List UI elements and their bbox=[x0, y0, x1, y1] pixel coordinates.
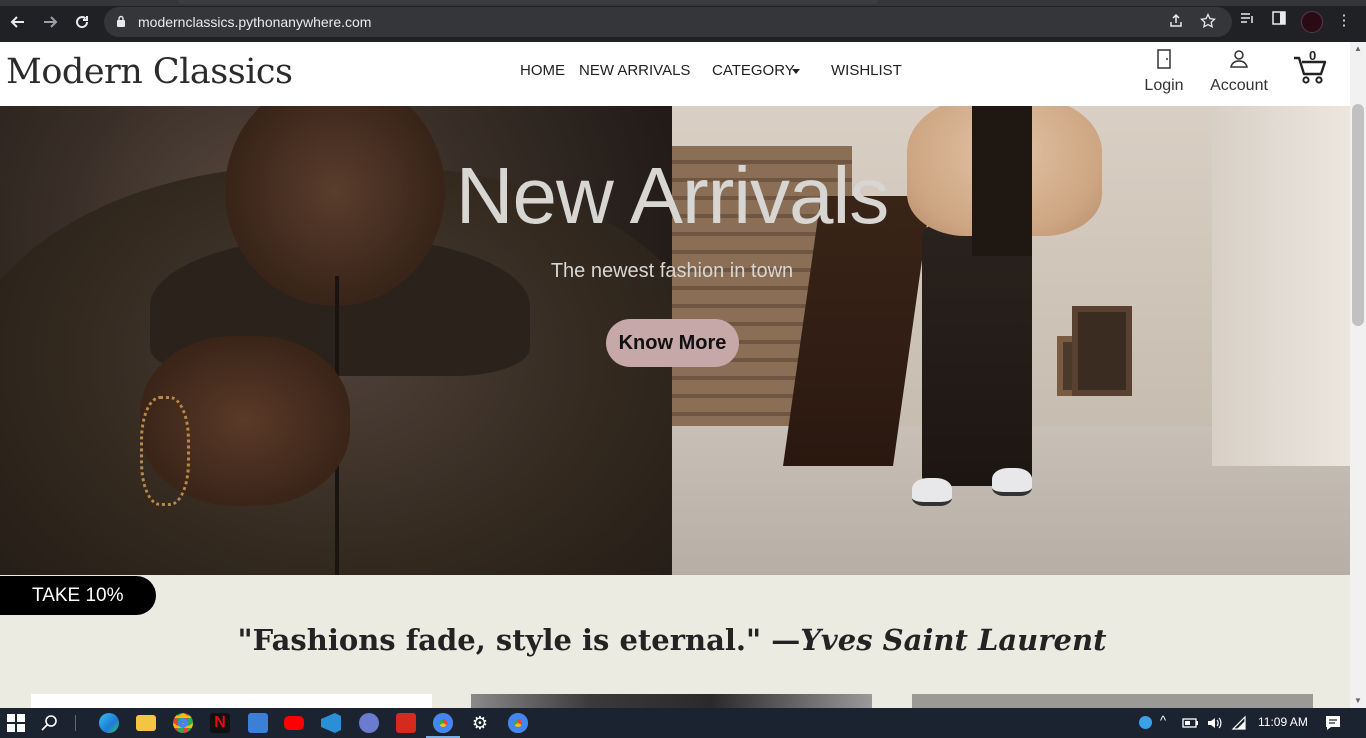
scroll-down-icon[interactable]: ▼ bbox=[1352, 696, 1364, 706]
help-tray-icon[interactable] bbox=[1139, 716, 1152, 729]
bookmark-star-icon[interactable] bbox=[1198, 12, 1218, 33]
volume-icon[interactable] bbox=[1206, 715, 1224, 731]
edge-icon[interactable] bbox=[99, 713, 119, 733]
chrome-menu-icon[interactable]: ⋮ bbox=[1333, 10, 1355, 32]
windows-start-icon[interactable] bbox=[6, 713, 26, 733]
side-panel-icon[interactable] bbox=[1268, 10, 1290, 32]
acrobat-icon[interactable] bbox=[396, 713, 416, 733]
product-card[interactable] bbox=[471, 694, 872, 708]
notepad-icon[interactable] bbox=[248, 713, 268, 733]
url-text: modernclassics.pythonanywhere.com bbox=[138, 14, 372, 30]
reload-button[interactable] bbox=[69, 9, 95, 35]
user-icon bbox=[1230, 50, 1248, 68]
arrow-left-icon bbox=[10, 16, 24, 28]
scrollbar-thumb[interactable] bbox=[1352, 104, 1364, 326]
wifi-icon[interactable] bbox=[1231, 715, 1249, 731]
chrome-active-icon[interactable] bbox=[433, 713, 453, 733]
account-link[interactable]: Account bbox=[1208, 48, 1270, 95]
active-tab-edge bbox=[178, 0, 878, 4]
browser-toolbar: modernclassics.pythonanywhere.com ⋮ bbox=[0, 0, 1366, 42]
profile-avatar[interactable] bbox=[1301, 11, 1323, 33]
brand-logo[interactable]: Modern Classics bbox=[6, 52, 293, 92]
login-link[interactable]: Login bbox=[1143, 48, 1185, 95]
scroll-up-icon[interactable]: ▲ bbox=[1352, 44, 1364, 54]
reload-icon bbox=[76, 16, 89, 29]
login-label: Login bbox=[1144, 77, 1184, 94]
chrome-icon[interactable] bbox=[173, 713, 193, 733]
hero-banner: New Arrivals The newest fashion in town … bbox=[0, 106, 1350, 575]
door-icon bbox=[1157, 49, 1171, 69]
nav-category[interactable]: CATEGORY bbox=[712, 62, 795, 79]
cart-count-badge: 0 bbox=[1309, 48, 1317, 63]
lock-icon bbox=[117, 15, 125, 27]
address-bar[interactable]: modernclassics.pythonanywhere.com bbox=[104, 7, 1232, 37]
quote-author: Yves Saint Laurent bbox=[800, 623, 1107, 657]
db-browser-icon[interactable] bbox=[359, 713, 379, 733]
vscode-icon[interactable] bbox=[321, 713, 341, 733]
settings-gear-icon[interactable]: ⚙ bbox=[470, 713, 490, 733]
search-icon[interactable] bbox=[40, 713, 60, 733]
nav-home[interactable]: HOME bbox=[520, 62, 565, 79]
taskbar-divider bbox=[75, 715, 76, 731]
hero-subtitle: The newest fashion in town bbox=[550, 260, 794, 282]
hero-title: New Arrivals bbox=[455, 151, 890, 240]
media-control-icon[interactable] bbox=[1236, 10, 1258, 32]
clock[interactable]: 11:09 AM bbox=[1258, 715, 1308, 729]
youtube-icon[interactable] bbox=[284, 716, 304, 730]
quote: "Fashions fade, style is eternal." —Yves… bbox=[0, 623, 1344, 657]
site-header: Modern Classics HOME NEW ARRIVALS CATEGO… bbox=[0, 42, 1350, 106]
category-dropdown-caret-icon[interactable] bbox=[792, 69, 800, 74]
share-icon[interactable] bbox=[1166, 13, 1186, 33]
notifications-icon[interactable] bbox=[1324, 714, 1342, 732]
chrome-profile-icon[interactable] bbox=[508, 713, 528, 733]
forward-button[interactable] bbox=[37, 9, 63, 35]
screen: modernclassics.pythonanywhere.com ⋮ Mode… bbox=[0, 0, 1366, 738]
product-card[interactable] bbox=[912, 694, 1313, 708]
nav-wishlist[interactable]: WISHLIST bbox=[831, 62, 902, 79]
show-hidden-icons-icon[interactable]: ^ bbox=[1160, 713, 1166, 728]
quote-text: "Fashions fade, style is eternal." — bbox=[237, 623, 801, 657]
promo-badge[interactable]: TAKE 10% bbox=[0, 576, 156, 615]
file-explorer-icon[interactable] bbox=[136, 715, 156, 731]
arrow-right-icon bbox=[44, 16, 58, 28]
windows-taskbar: N ⚙ ^ 11:09 AM bbox=[0, 708, 1366, 738]
back-button[interactable] bbox=[5, 9, 31, 35]
battery-icon[interactable] bbox=[1182, 715, 1200, 731]
product-card[interactable] bbox=[31, 694, 432, 708]
know-more-button[interactable]: Know More bbox=[606, 319, 739, 367]
account-label: Account bbox=[1210, 77, 1268, 94]
netflix-icon[interactable]: N bbox=[210, 713, 230, 733]
nav-new-arrivals[interactable]: NEW ARRIVALS bbox=[579, 62, 690, 79]
